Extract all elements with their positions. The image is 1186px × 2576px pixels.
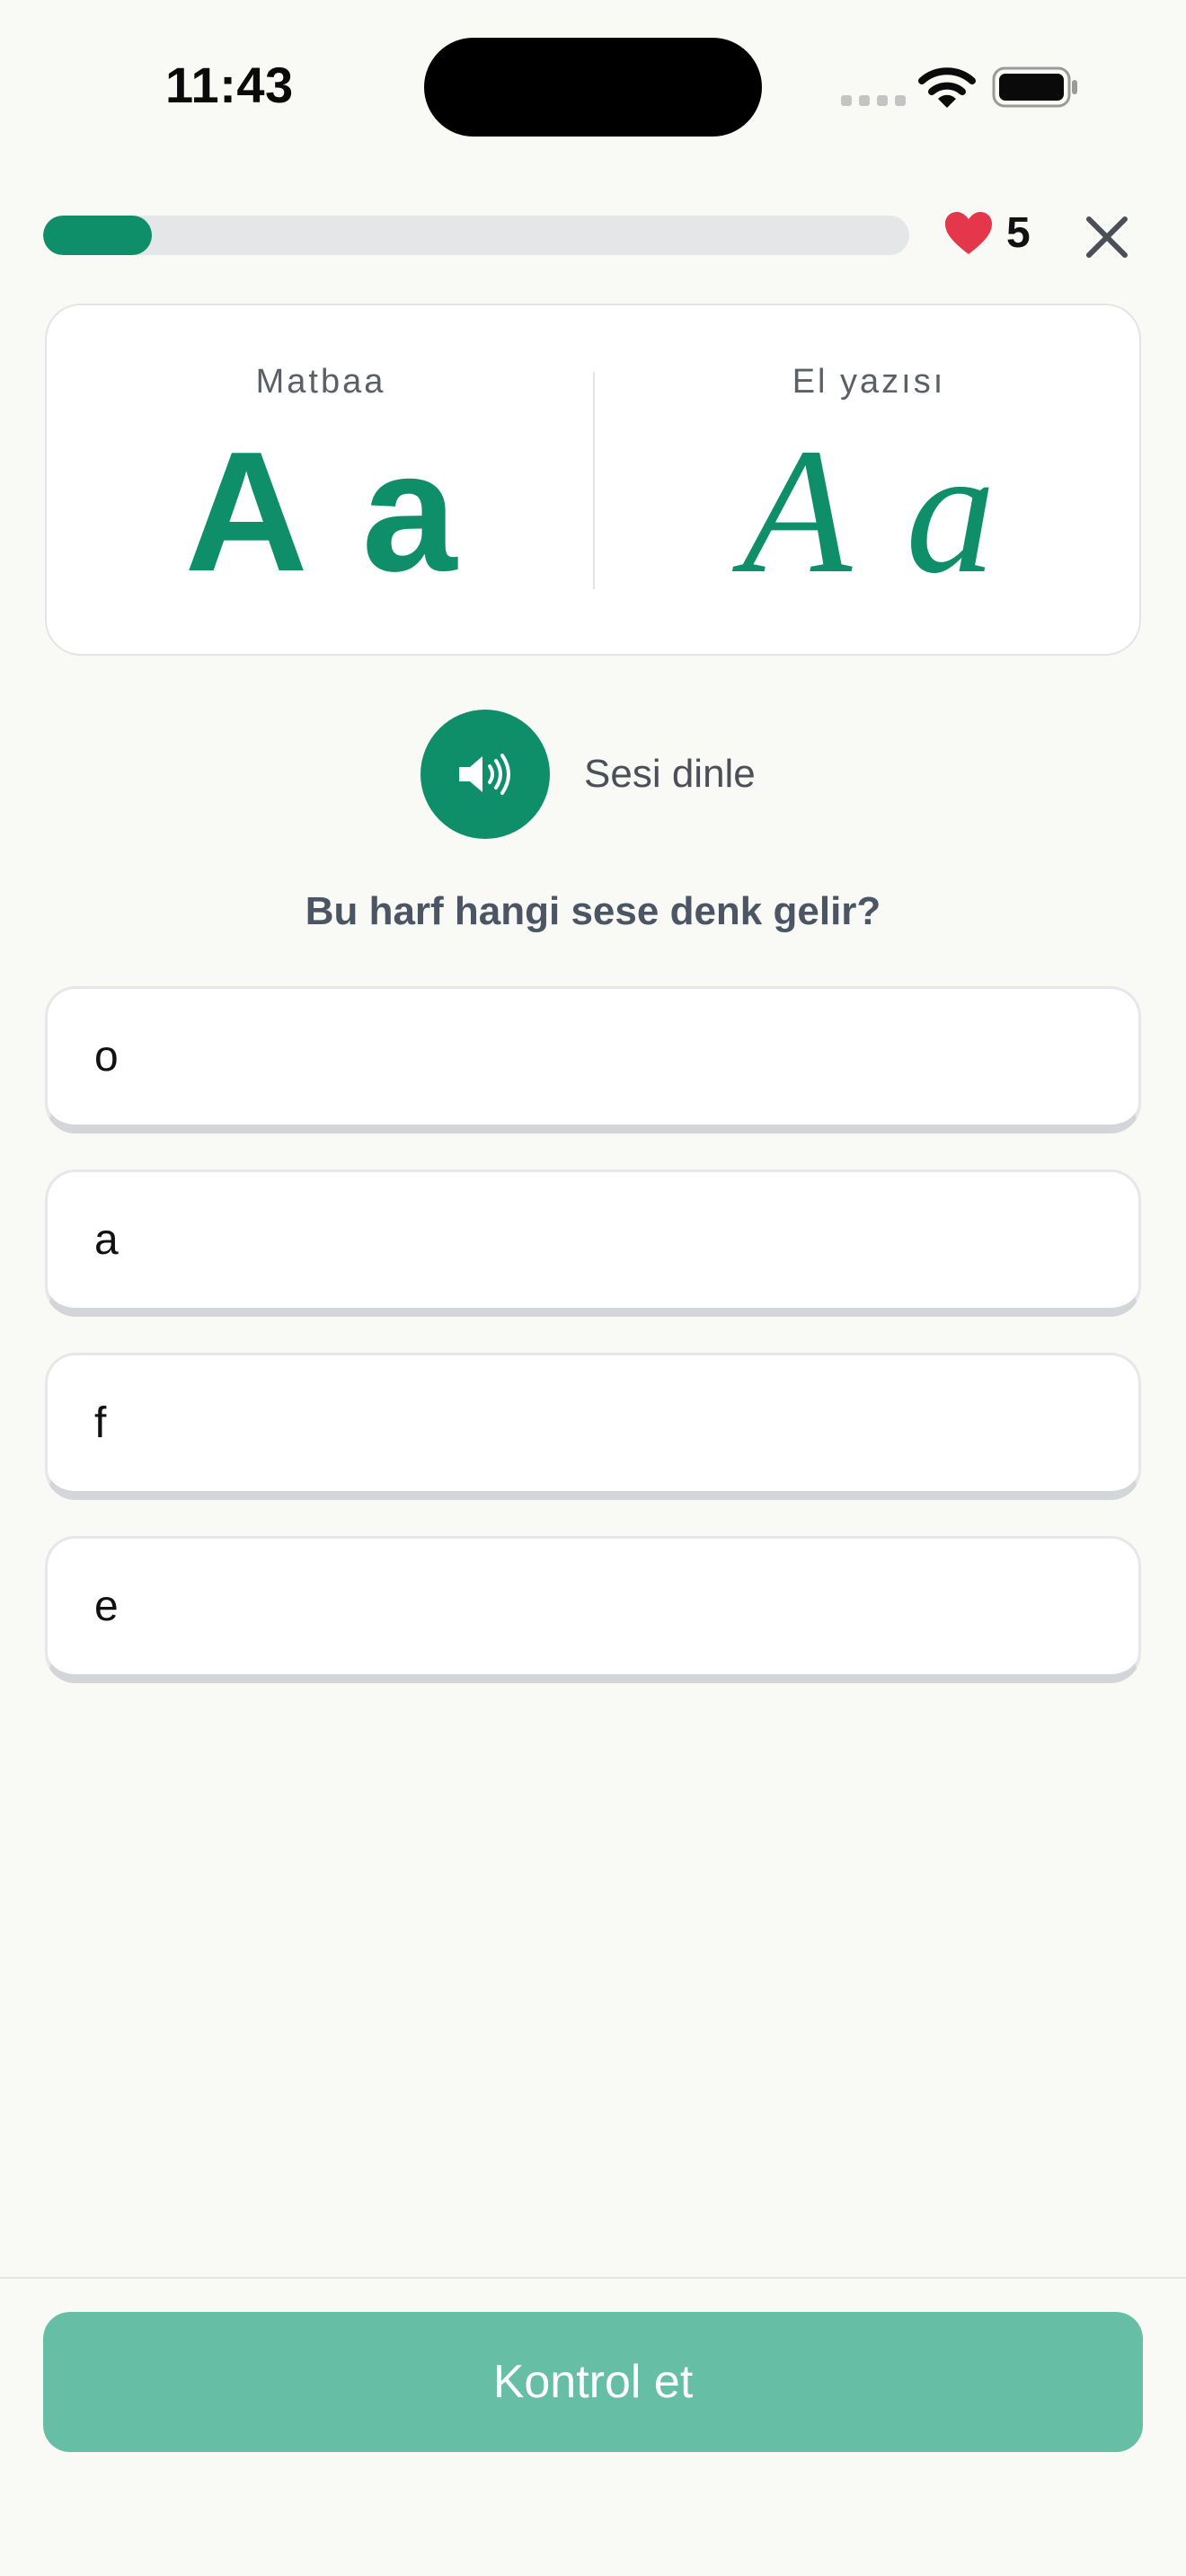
cellular-signal-icon bbox=[841, 95, 906, 106]
lesson-screen: 11:43 5 Matbaa Aa El yazısı A a Sesi din… bbox=[0, 0, 1186, 2576]
listen-label[interactable]: Sesi dinle bbox=[584, 752, 756, 797]
speaker-icon bbox=[459, 754, 510, 795]
footer-divider bbox=[0, 2277, 1186, 2279]
print-letter-column: Matbaa Aa bbox=[47, 305, 595, 657]
heart-icon bbox=[945, 211, 992, 254]
script-glyphs: Aa bbox=[595, 422, 1143, 602]
answer-option[interactable]: o bbox=[45, 986, 1141, 1134]
script-label: El yazısı bbox=[792, 363, 946, 401]
answer-option[interactable]: e bbox=[45, 1536, 1141, 1683]
wifi-icon bbox=[918, 67, 976, 108]
hearts-count: 5 bbox=[1006, 209, 1031, 257]
check-button[interactable]: Kontrol et bbox=[43, 2312, 1143, 2452]
listen-control[interactable]: Sesi dinle bbox=[420, 710, 756, 839]
letter-card: Matbaa Aa El yazısı Aa bbox=[45, 304, 1141, 656]
script-letter-column: El yazısı Aa bbox=[595, 305, 1143, 657]
lesson-progress-fill bbox=[43, 216, 152, 255]
dynamic-island bbox=[424, 38, 762, 137]
script-lowercase: a bbox=[906, 412, 996, 611]
print-uppercase: A bbox=[184, 417, 308, 607]
play-sound-button[interactable] bbox=[420, 710, 550, 839]
battery-icon bbox=[992, 66, 1077, 108]
answer-option[interactable]: f bbox=[45, 1353, 1141, 1500]
print-label: Matbaa bbox=[255, 363, 386, 401]
close-icon[interactable] bbox=[1082, 212, 1132, 262]
hearts-counter: 5 bbox=[943, 208, 1031, 258]
question-text: Bu harf hangi sese denk gelir? bbox=[305, 889, 881, 933]
script-uppercase: A bbox=[741, 412, 853, 611]
print-glyphs: Aa bbox=[47, 422, 595, 602]
print-lowercase: a bbox=[361, 417, 457, 607]
lesson-progress-bar bbox=[43, 216, 909, 255]
answer-option[interactable]: a bbox=[45, 1169, 1141, 1317]
status-time: 11:43 bbox=[165, 57, 294, 113]
